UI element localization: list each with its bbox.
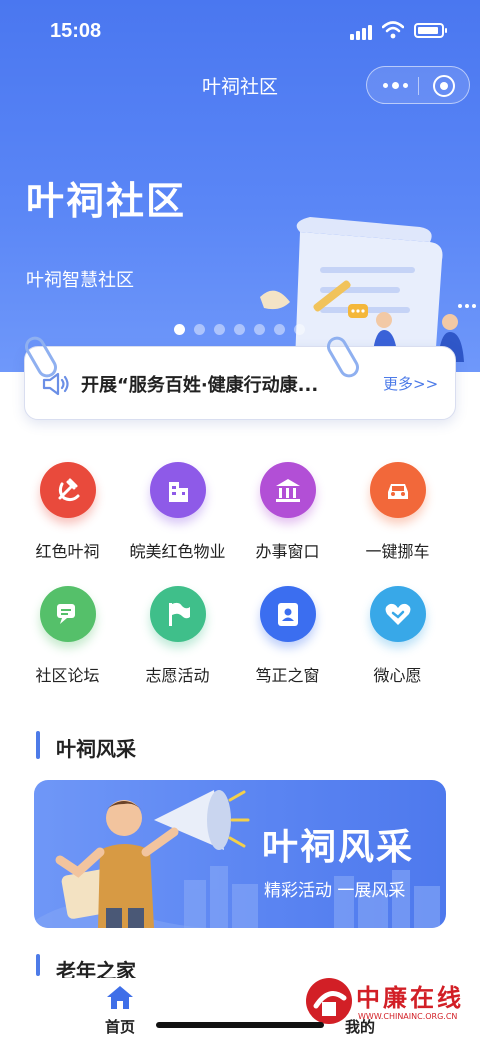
service-item[interactable]: 微心愿 xyxy=(340,580,455,690)
notice-bar[interactable]: 开展“服务百姓·健康行动康... 更多>> xyxy=(21,332,456,420)
service-item[interactable]: 红色叶祠 xyxy=(10,456,125,566)
tab-home[interactable]: 首页 xyxy=(60,978,180,1038)
watermark-logo-icon xyxy=(306,978,352,1024)
hammer-sickle-icon xyxy=(40,462,96,518)
watermark-title: 中廉在线 xyxy=(356,984,464,1012)
carousel-dot[interactable] xyxy=(194,324,205,335)
feature-banner[interactable]: 叶祠风采 精彩活动 一展风采 xyxy=(34,780,446,928)
carousel-dot[interactable] xyxy=(274,324,285,335)
status-time: 15:08 xyxy=(50,20,102,42)
carousel-dots[interactable] xyxy=(174,320,314,335)
notice-more-link[interactable]: 更多>> xyxy=(383,373,438,394)
service-item[interactable]: 志愿活动 xyxy=(120,580,235,690)
service-item[interactable]: 办事窗口 xyxy=(230,456,345,566)
notice-text[interactable]: 开展“服务百姓·健康行动康... xyxy=(81,371,371,397)
status-bar: 15:08 xyxy=(0,0,480,60)
building-icon xyxy=(150,462,206,518)
service-label: 微心愿 xyxy=(373,666,422,685)
car-icon xyxy=(370,462,426,518)
government-building-icon xyxy=(260,462,316,518)
hero-banner: 15:08 叶祠社区 叶祠社区 叶祠智慧社区 xyxy=(0,0,480,372)
carousel-dot[interactable] xyxy=(254,324,265,335)
service-label: 一键挪车 xyxy=(365,542,430,561)
wifi-icon xyxy=(382,21,404,39)
home-indicator xyxy=(156,1022,324,1028)
watermark: 中廉在线 WWW.CHINAINC.ORG.CN xyxy=(300,972,476,1032)
capsule-divider xyxy=(418,77,419,95)
hero-title: 叶祠社区 xyxy=(26,179,187,223)
carousel-dot[interactable] xyxy=(214,324,225,335)
service-item[interactable]: 一键挪车 xyxy=(340,456,455,566)
service-label: 志愿活动 xyxy=(145,666,210,685)
service-label: 办事窗口 xyxy=(255,542,320,561)
home-icon xyxy=(107,986,133,1009)
document-illustration xyxy=(260,217,476,362)
flag-icon xyxy=(150,586,206,642)
banner-subtitle: 精彩活动 一展风采 xyxy=(264,881,406,901)
section-title-feature: 叶祠风采 xyxy=(56,737,136,761)
hero-subtitle: 叶祠智慧社区 xyxy=(26,270,134,291)
section-marker xyxy=(36,731,40,759)
chat-icon xyxy=(40,586,96,642)
heart-handshake-icon xyxy=(370,586,426,642)
service-item[interactable]: 笃正之窗 xyxy=(230,580,345,690)
watermark-url: WWW.CHINAINC.ORG.CN xyxy=(358,1012,458,1021)
service-label: 笃正之窗 xyxy=(255,666,320,685)
more-icon[interactable] xyxy=(379,67,417,103)
battery-icon xyxy=(414,23,447,38)
service-item[interactable]: 皖美红色物业 xyxy=(120,456,235,566)
miniprogram-capsule xyxy=(366,66,470,104)
signal-icon xyxy=(350,24,376,40)
id-card-icon xyxy=(260,586,316,642)
service-label: 社区论坛 xyxy=(35,666,100,685)
carousel-dot[interactable] xyxy=(294,324,305,335)
service-label: 皖美红色物业 xyxy=(129,542,226,561)
service-item[interactable]: 社区论坛 xyxy=(10,580,125,690)
service-label: 红色叶祠 xyxy=(35,542,100,561)
speaker-icon xyxy=(42,372,69,396)
carousel-dot[interactable] xyxy=(234,324,245,335)
carousel-dot[interactable] xyxy=(174,324,185,335)
banner-title: 叶祠风采 xyxy=(262,827,415,868)
close-miniprogram-icon[interactable] xyxy=(433,75,455,97)
section-marker xyxy=(36,954,40,976)
